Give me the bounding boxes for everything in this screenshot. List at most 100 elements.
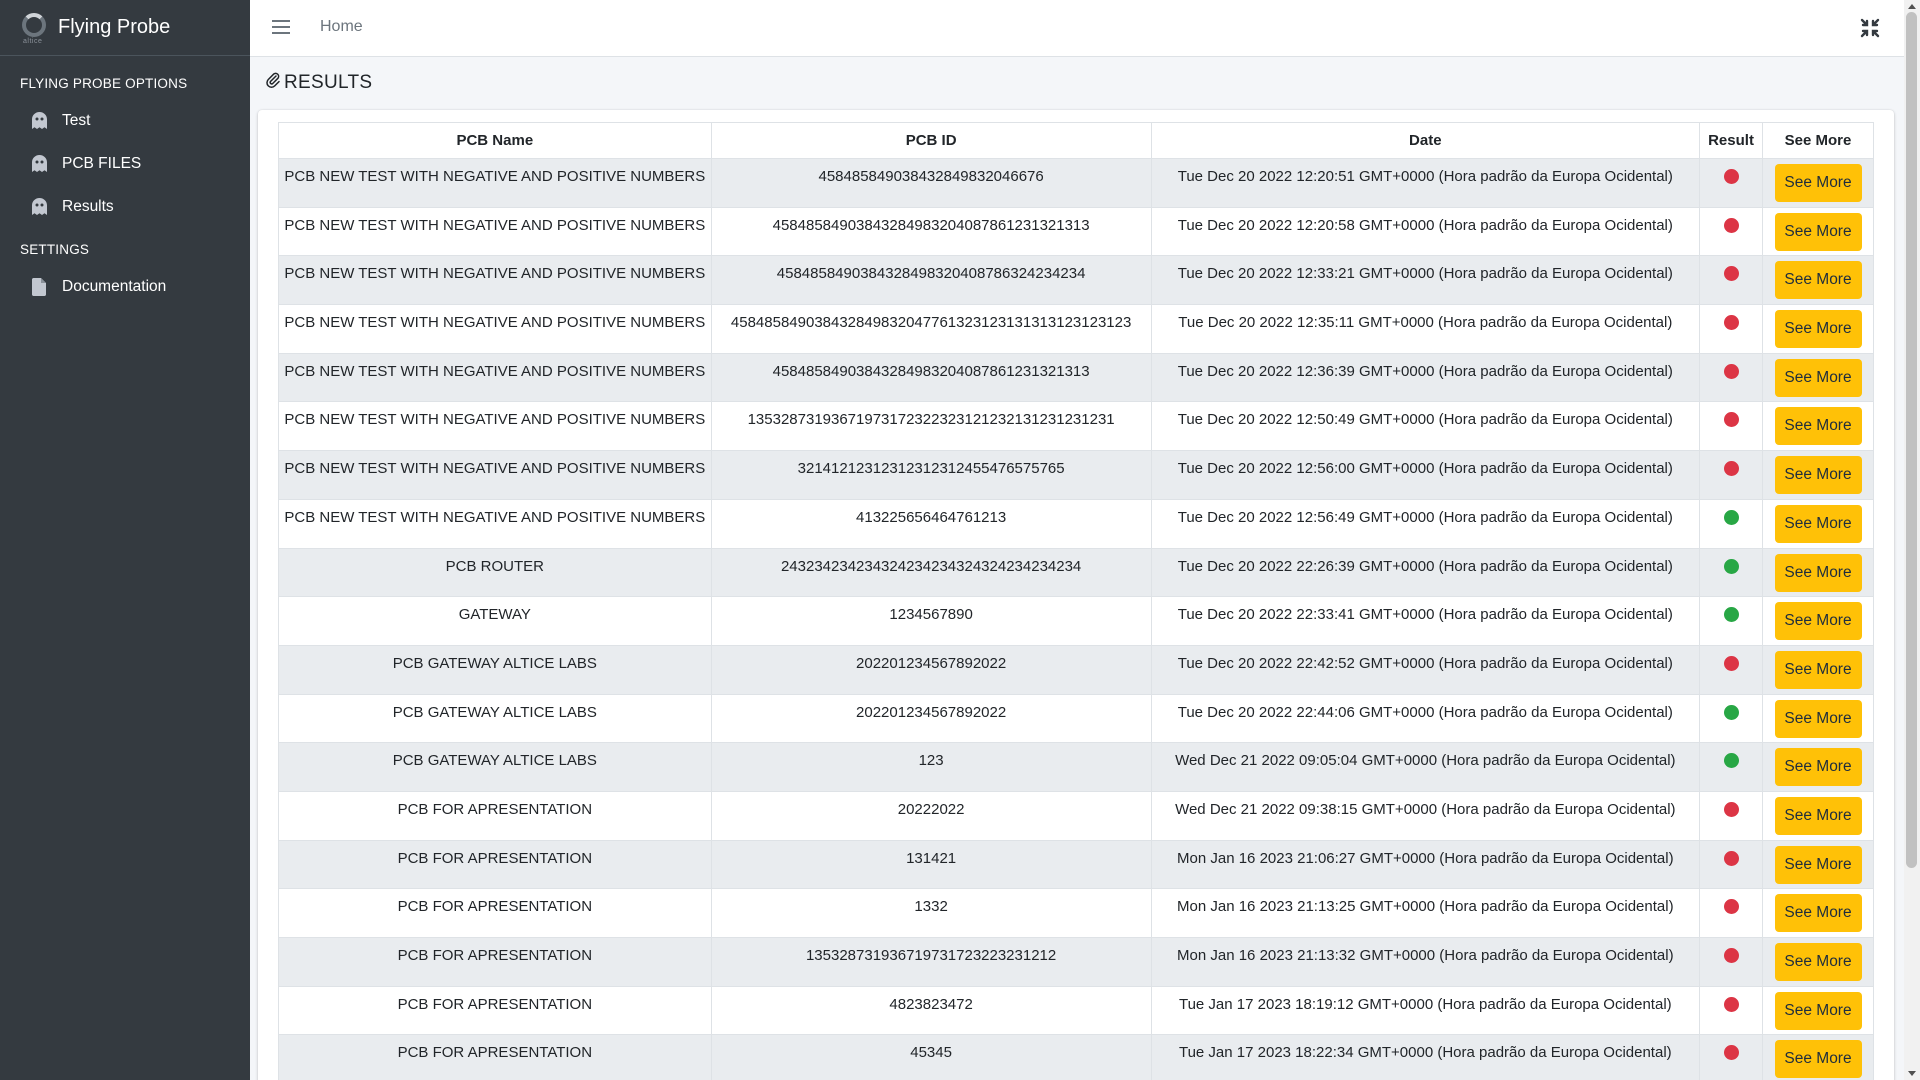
see-more-cell: See More <box>1762 790 1874 841</box>
table-row: PCB NEW TEST WITH NEGATIVE AND POSITIVE … <box>278 304 1874 354</box>
see-more-cell: See More <box>1762 498 1874 549</box>
date-cell: Tue Dec 20 2022 12:20:58 GMT+0000 (Hora … <box>1150 206 1701 257</box>
see-more-button[interactable]: See More <box>1774 943 1862 981</box>
see-more-button[interactable]: See More <box>1774 845 1862 884</box>
see-more-button[interactable]: See More <box>1774 358 1862 397</box>
sidebar-item-test[interactable]: Test <box>0 99 250 142</box>
date-cell: Tue Jan 17 2023 18:19:12 GMT+0000 (Hora … <box>1150 985 1701 1036</box>
header-result[interactable]: Result <box>1699 122 1763 159</box>
pcb-name-cell: PCB GATEWAY ALTICE LABS <box>278 693 712 744</box>
result-cell <box>1699 937 1763 987</box>
result-cell <box>1699 693 1763 744</box>
pcb-name-cell: PCB NEW TEST WITH NEGATIVE AND POSITIVE … <box>278 498 712 549</box>
result-cell <box>1699 888 1763 938</box>
date-cell: Tue Dec 20 2022 12:35:11 GMT+0000 (Hora … <box>1150 304 1701 354</box>
see-more-button[interactable]: See More <box>1774 602 1862 641</box>
see-more-button[interactable]: See More <box>1774 894 1862 933</box>
see-more-button[interactable]: See More <box>1774 164 1862 202</box>
sidebar-item-pcb-files[interactable]: PCB FILES <box>0 142 250 185</box>
status-dot-pass <box>1723 509 1739 525</box>
see-more-button[interactable]: See More <box>1774 796 1862 835</box>
scroll-down-arrow-icon[interactable] <box>1908 1071 1916 1076</box>
date-cell: Tue Dec 20 2022 22:44:06 GMT+0000 (Hora … <box>1150 693 1701 744</box>
see-more-button[interactable]: See More <box>1774 1040 1862 1079</box>
see-more-cell: See More <box>1762 352 1874 403</box>
scrollbar-thumb[interactable] <box>1906 12 1917 868</box>
result-cell <box>1699 352 1763 403</box>
pcb-id-cell: 4584858490384328498320408786324234234 <box>710 255 1152 306</box>
header-pcb-name[interactable]: PCB Name <box>278 122 712 159</box>
brand-name: Flying Probe <box>58 16 171 38</box>
page-title-text: RESULTS <box>284 72 373 93</box>
see-more-button[interactable]: See More <box>1774 699 1862 738</box>
see-more-button[interactable]: See More <box>1774 310 1862 349</box>
see-more-cell: See More <box>1762 547 1874 598</box>
pcb-id-cell: 45848584903843284983204087861231321313 <box>710 206 1152 257</box>
status-dot-fail <box>1723 217 1739 233</box>
pcb-id-cell: 45345 <box>710 1034 1152 1080</box>
brand-link[interactable]: altice Flying Probe <box>0 0 250 56</box>
see-more-button[interactable]: See More <box>1774 261 1862 300</box>
date-cell: Tue Dec 20 2022 22:42:52 GMT+0000 (Hora … <box>1150 644 1701 695</box>
date-cell: Mon Jan 16 2023 21:06:27 GMT+0000 (Hora … <box>1150 839 1701 890</box>
see-more-button[interactable]: See More <box>1774 212 1862 251</box>
result-cell <box>1699 498 1763 549</box>
table-row: PCB FOR APRESENTATION 4823823472 Tue Jan 1… <box>278 985 1874 1036</box>
see-more-cell: See More <box>1762 401 1874 452</box>
status-dot-fail <box>1723 363 1739 379</box>
header-pcb-id[interactable]: PCB ID <box>710 122 1152 159</box>
see-more-button[interactable]: See More <box>1774 456 1862 495</box>
menu-toggle-icon[interactable] <box>272 16 290 40</box>
see-more-cell: See More <box>1762 1034 1874 1080</box>
see-more-button[interactable]: See More <box>1774 748 1862 787</box>
pcb-id-cell: 202201234567892022 <box>710 693 1152 744</box>
see-more-button[interactable]: See More <box>1774 407 1862 446</box>
status-dot-fail <box>1723 169 1739 184</box>
see-more-button[interactable]: See More <box>1774 504 1862 543</box>
pcb-name-cell: GATEWAY <box>278 596 712 646</box>
header-date[interactable]: Date <box>1150 122 1701 159</box>
status-dot-fail <box>1723 266 1739 282</box>
result-cell <box>1699 839 1763 890</box>
nav-header-settings: SETTINGS <box>20 242 90 257</box>
compress-icon[interactable] <box>1860 18 1880 38</box>
result-cell <box>1699 644 1763 695</box>
header-see-more[interactable]: See More <box>1762 122 1874 159</box>
pcb-id-cell: 32141212312312312312455476575765 <box>710 450 1152 500</box>
see-more-button[interactable]: See More <box>1774 991 1862 1030</box>
ghost-icon <box>30 198 48 216</box>
table-row: PCB NEW TEST WITH NEGATIVE AND POSITIVE … <box>278 498 1874 549</box>
sidebar-item-label: PCB FILES <box>62 154 142 172</box>
page-scrollbar[interactable] <box>1904 0 1920 1080</box>
pcb-id-cell: 1353287319367197317232232312123213123123… <box>710 401 1152 452</box>
date-cell: Tue Dec 20 2022 22:33:41 GMT+0000 (Hora … <box>1150 596 1701 646</box>
sidebar-item-documentation[interactable]: Documentation <box>0 265 250 308</box>
date-cell: Wed Dec 21 2022 09:38:15 GMT+0000 (Hora … <box>1150 790 1701 841</box>
status-dot-fail <box>1723 461 1739 477</box>
status-dot-pass <box>1723 558 1739 574</box>
see-more-cell: See More <box>1762 888 1874 938</box>
see-more-cell: See More <box>1762 596 1874 646</box>
pcb-name-cell: PCB FOR APRESENTATION <box>278 1034 712 1080</box>
see-more-cell: See More <box>1762 985 1874 1036</box>
status-dot-fail <box>1723 315 1739 331</box>
date-cell: Tue Dec 20 2022 12:56:49 GMT+0000 (Hora … <box>1150 498 1701 549</box>
see-more-button[interactable]: See More <box>1774 553 1862 592</box>
sidebar-item-label: Test <box>62 111 91 129</box>
home-link[interactable]: Home <box>320 18 363 36</box>
date-cell: Tue Dec 20 2022 12:20:51 GMT+0000 (Hora … <box>1150 158 1701 208</box>
pcb-name-cell: PCB NEW TEST WITH NEGATIVE AND POSITIVE … <box>278 206 712 257</box>
results-card: PCB Name PCB ID Date Result See More PCB… <box>258 110 1894 1080</box>
table-row: PCB FOR APRESENTATION 1332 Mon Jan 16 2023… <box>278 888 1874 938</box>
sidebar: altice Flying Probe FLYING PROBE OPTIONS… <box>0 0 250 1080</box>
see-more-cell: See More <box>1762 693 1874 744</box>
sidebar-item-results[interactable]: Results <box>0 185 250 228</box>
table-header-row: PCB Name PCB ID Date Result See More <box>278 122 1874 159</box>
results-table: PCB Name PCB ID Date Result See More PCB… <box>278 122 1874 1080</box>
scroll-up-arrow-icon[interactable] <box>1908 4 1916 9</box>
status-dot-fail <box>1723 1045 1739 1061</box>
status-dot-fail <box>1723 850 1739 866</box>
date-cell: Tue Dec 20 2022 12:50:49 GMT+0000 (Hora … <box>1150 401 1701 452</box>
see-more-button[interactable]: See More <box>1774 650 1862 689</box>
pcb-name-cell: PCB ROUTER <box>278 547 712 598</box>
